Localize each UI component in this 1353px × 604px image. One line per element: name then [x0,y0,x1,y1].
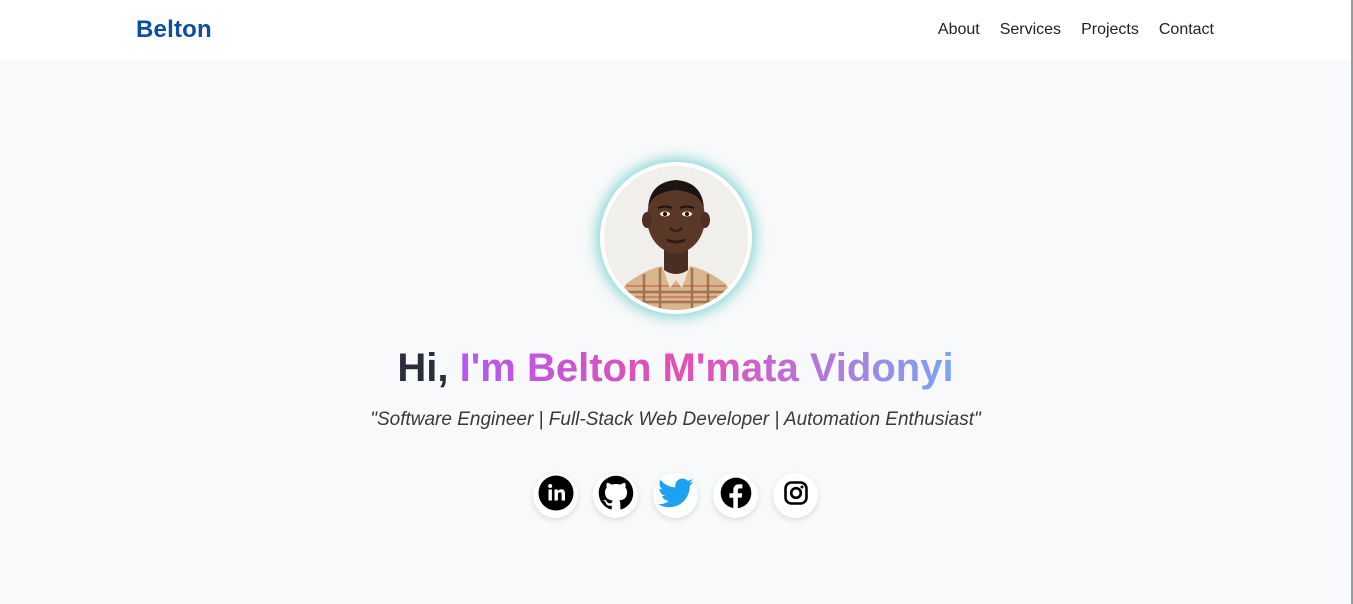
github-icon [598,475,634,516]
nav-link-contact[interactable]: Contact [1159,21,1214,39]
hero-tagline: "Software Engineer | Full-Stack Web Deve… [370,409,981,430]
hero-headline: Hi, I'm Belton M'mata Vidonyi [397,343,953,393]
name-text: I'm Belton M'mata Vidonyi [459,346,954,390]
instagram-link[interactable] [773,473,818,518]
nav-links: About Services Projects Contact [938,21,1214,39]
nav-link-about[interactable]: About [938,21,980,39]
profile-avatar [599,162,752,314]
brand-logo-link[interactable]: Belton [136,16,212,44]
linkedin-icon [538,475,574,516]
hero-section: Hi, I'm Belton M'mata Vidonyi "Software … [0,60,1351,604]
github-link[interactable] [593,473,638,518]
profile-photo [603,166,748,310]
twitter-icon [657,475,694,516]
instagram-icon [783,481,808,510]
social-links [533,473,818,518]
greeting-text: Hi, [397,346,449,390]
nav-link-projects[interactable]: Projects [1081,21,1139,39]
twitter-link[interactable] [653,473,698,518]
facebook-icon [720,477,752,514]
linkedin-link[interactable] [533,473,578,518]
top-navbar: Belton About Services Projects Contact [0,0,1351,60]
nav-link-services[interactable]: Services [1000,21,1061,39]
facebook-link[interactable] [713,473,758,518]
